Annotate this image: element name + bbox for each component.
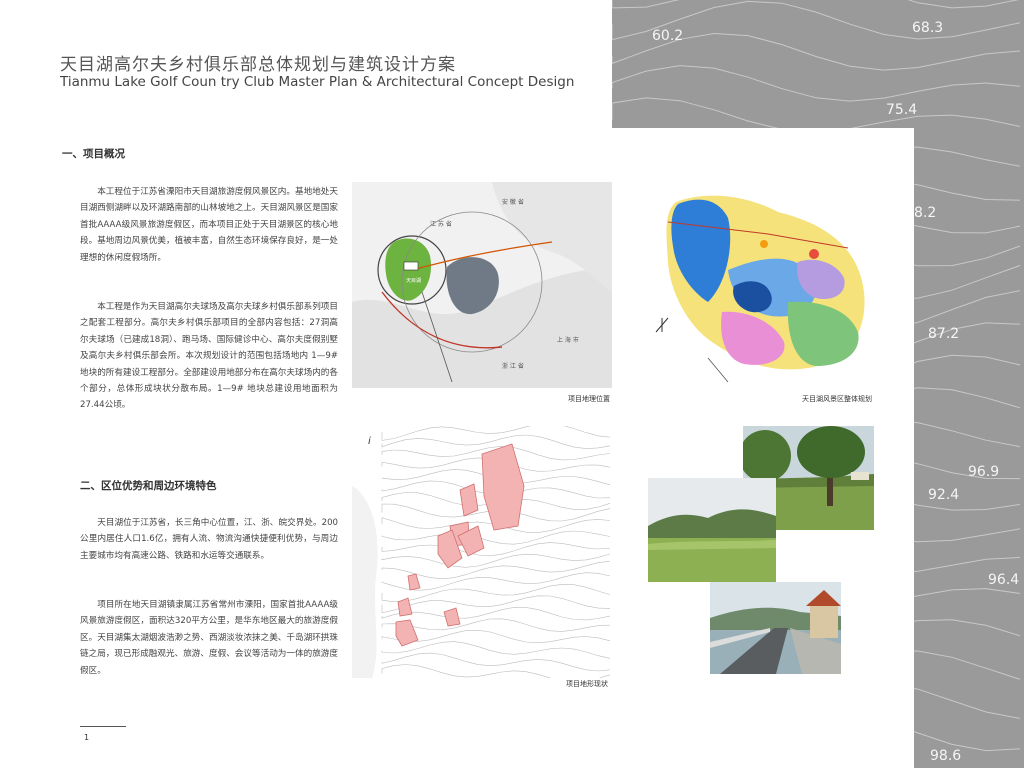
- body-paragraph: 本工程是作为天目湖高尔夫球场及高尔夫球乡村俱乐部系列项目之配套工程部分。高尔夫乡…: [80, 302, 338, 411]
- map-label: 浙 江 省: [502, 362, 524, 370]
- body-paragraph: 天目湖位于江苏省，长三角中心位置，江、浙、皖交界处。200公里内居住人口1.6亿…: [80, 518, 338, 561]
- elevation-label: 68.3: [912, 20, 944, 36]
- elevation-label: 60.2: [652, 28, 684, 44]
- map-label: 天目湖: [406, 277, 421, 284]
- page-title-cn: 天目湖高尔夫乡村俱乐部总体规划与建筑设计方案: [60, 55, 456, 75]
- body-paragraph: 本工程位于江苏省溧阳市天目湖旅游度假风景区内。基地地处天目湖西侧湖畔以及环湖路南…: [80, 187, 338, 263]
- document-page: 60.2 68.3 75.4 8.2 87.2 96.9 92.4 96.4 9…: [0, 0, 1024, 768]
- svg-text:i: i: [368, 436, 371, 447]
- elevation-label: 75.4: [886, 102, 918, 118]
- map-label: 上 海 市: [557, 336, 579, 344]
- lakeside-road-pavilion-photo: [710, 582, 841, 674]
- map-label: 安 徽 省: [502, 198, 524, 206]
- footer-rule: [80, 726, 126, 727]
- elevation-label: 96.4: [988, 572, 1020, 588]
- elevation-label: 87.2: [928, 326, 960, 342]
- elevation-label: 98.6: [930, 748, 962, 764]
- figure-caption: 天目湖风景区整体规划: [802, 395, 872, 403]
- location-map-image: 江 苏 省 安 徽 省 上 海 市 浙 江 省 天目湖: [352, 182, 612, 388]
- body-paragraph: 项目所在地天目湖镇隶属江苏省常州市溧阳，国家首批AAAA级风景旅游度假区，面积达…: [80, 600, 338, 676]
- page-title-en: Tianmu Lake Golf Coun try Club Master Pl…: [60, 74, 575, 90]
- elevation-label: 8.2: [914, 205, 937, 221]
- terrain-plan-image: i: [352, 426, 614, 678]
- elevation-label: 92.4: [928, 487, 960, 503]
- map-label: 江 苏 省: [430, 220, 452, 228]
- scenic-area-plan-image: [648, 182, 874, 388]
- page-number: 1: [84, 733, 90, 742]
- elevation-label: 96.9: [968, 464, 1000, 480]
- fairway-hills-photo: [648, 478, 776, 582]
- figure-caption: 项目地形现状: [566, 680, 608, 688]
- figure-caption: 项目地理位置: [568, 395, 610, 403]
- section-heading: 二、区位优势和周边环境特色: [80, 480, 217, 492]
- section-heading: 一、项目概况: [62, 148, 125, 160]
